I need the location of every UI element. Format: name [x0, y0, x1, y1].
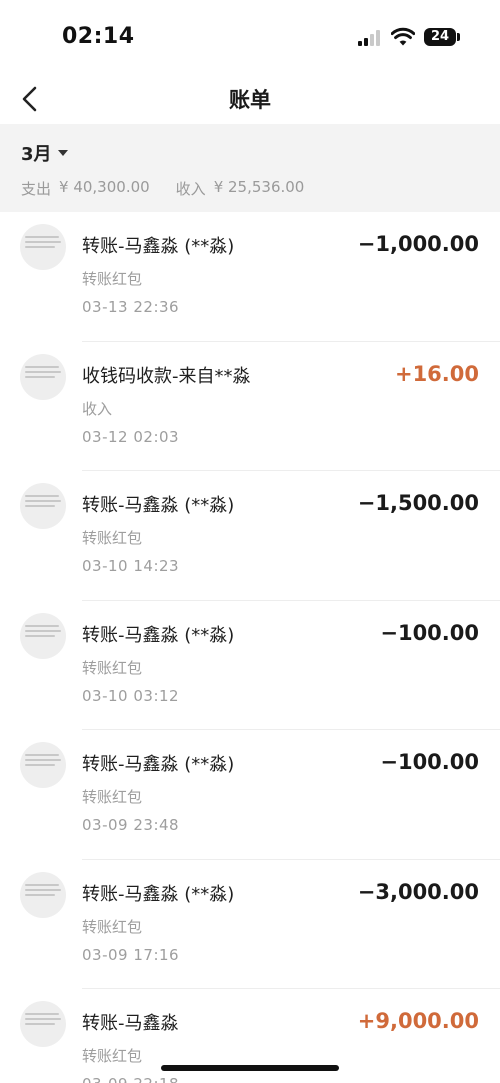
transaction-amount: −100.00 — [380, 750, 479, 774]
month-selector[interactable]: 3月 — [21, 140, 68, 166]
avatar — [20, 483, 66, 529]
battery-icon: 24 — [424, 28, 456, 46]
transaction-title: 转账-马鑫淼 — [82, 1013, 179, 1034]
transaction-subtitle: 转账红包 — [82, 658, 143, 677]
transaction-time: 03-09 17:16 — [82, 945, 180, 964]
transaction-row[interactable]: 转账-马鑫淼 (**淼) 转账红包 03-10 14:23 −1,500.00 — [0, 471, 500, 601]
transaction-amount: +16.00 — [394, 361, 479, 386]
summary-totals: 支出 ¥ 40,300.00 收入 ¥ 25,536.00 — [21, 178, 304, 199]
transaction-amount: −3,000.00 — [357, 879, 479, 904]
transaction-title: 转账-马鑫淼 (**淼) — [82, 236, 235, 257]
income-total: ¥ 25,536.00 — [213, 178, 305, 196]
transaction-row[interactable]: 转账-马鑫淼 (**淼) 转账红包 03-09 23:48 −100.00 — [0, 730, 500, 860]
transaction-subtitle: 转账红包 — [82, 917, 143, 936]
transaction-time: 03-10 14:23 — [82, 557, 180, 575]
transaction-amount: −1,000.00 — [357, 232, 479, 256]
transaction-subtitle: 收入 — [82, 399, 113, 418]
cellular-signal-icon — [358, 30, 384, 46]
battery-tip — [457, 33, 460, 41]
transaction-amount: −1,500.00 — [357, 491, 479, 515]
transaction-row[interactable]: 转账-马鑫淼 (**淼) 转账红包 03-13 22:36 −1,000.00 — [0, 212, 500, 342]
caret-down-icon — [57, 150, 68, 156]
avatar — [20, 224, 66, 270]
transaction-list: 转账-马鑫淼 (**淼) 转账红包 03-13 22:36 −1,000.00 … — [0, 212, 500, 1083]
avatar — [20, 871, 66, 918]
status-time: 02:14 — [62, 24, 135, 49]
transaction-title: 转账-马鑫淼 (**淼) — [82, 495, 235, 516]
home-indicator[interactable] — [161, 1065, 339, 1071]
transaction-time: 03-12 02:03 — [82, 427, 180, 446]
income-label: 收入 — [175, 180, 206, 198]
transaction-time: 03-09 22:18 — [82, 1075, 179, 1083]
transaction-row[interactable]: 转账-马鑫淼 (**淼) 转账红包 03-10 03:12 −100.00 — [0, 601, 500, 730]
transaction-row[interactable]: 收钱码收款-来自**淼 收入 03-12 02:03 +16.00 — [0, 342, 500, 471]
transaction-title: 收钱码收款-来自**淼 — [82, 365, 251, 387]
transaction-title: 转账-马鑫淼 (**淼) — [82, 624, 235, 646]
transaction-amount: −100.00 — [380, 620, 479, 645]
month-label: 3月 — [21, 144, 52, 165]
wifi-icon — [391, 27, 415, 46]
transaction-title: 转账-马鑫淼 (**淼) — [82, 883, 235, 905]
expense-label: 支出 — [21, 180, 52, 198]
transaction-amount: +9,000.00 — [357, 1009, 479, 1033]
transaction-subtitle: 转账红包 — [82, 1047, 143, 1065]
transaction-subtitle: 转账红包 — [82, 529, 143, 547]
avatar — [20, 353, 66, 400]
page-title: 账单 — [229, 88, 271, 112]
transaction-time: 03-09 23:48 — [82, 816, 180, 834]
transaction-time: 03-13 22:36 — [82, 298, 180, 316]
transaction-subtitle: 转账红包 — [82, 270, 143, 288]
avatar — [20, 1001, 66, 1047]
transaction-title: 转账-马鑫淼 (**淼) — [82, 754, 235, 775]
transaction-row[interactable]: 转账-马鑫淼 (**淼) 转账红包 03-09 17:16 −3,000.00 — [0, 860, 500, 989]
avatar — [20, 612, 66, 659]
expense-total: ¥ 40,300.00 — [59, 178, 150, 196]
transaction-subtitle: 转账红包 — [82, 788, 143, 806]
month-summary: 3月 支出 ¥ 40,300.00 收入 ¥ 25,536.00 — [0, 124, 500, 212]
transaction-time: 03-10 03:12 — [82, 686, 180, 705]
status-bar: 02:14 24 — [0, 0, 500, 74]
avatar — [20, 742, 66, 788]
nav-bar: 账单 — [0, 74, 500, 124]
